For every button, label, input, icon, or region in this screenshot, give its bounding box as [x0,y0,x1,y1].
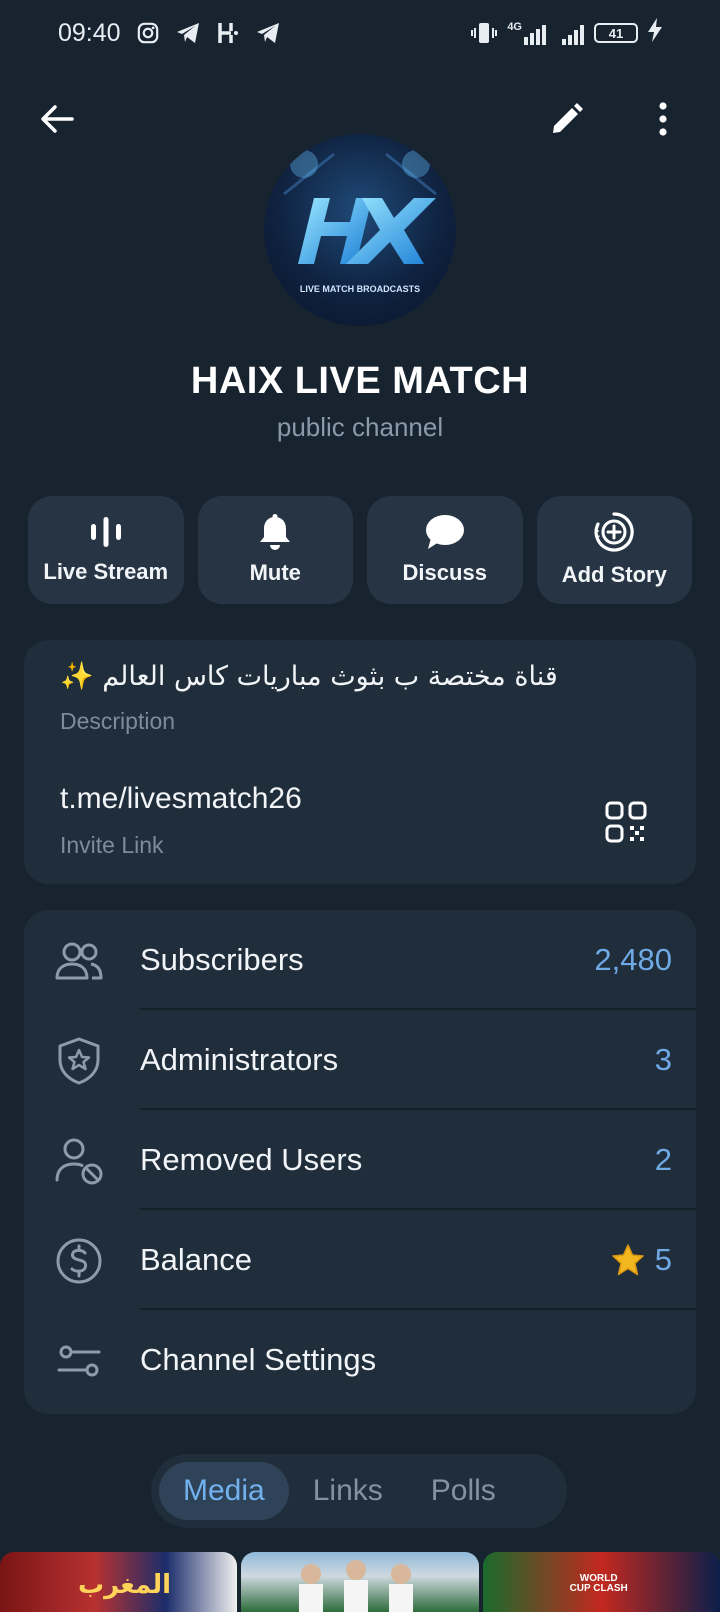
discuss-button[interactable]: Discuss [367,496,523,604]
shield-star-icon [58,1037,100,1085]
status-time: 09:40 [58,18,121,47]
invite-link-label: Invite Link [60,832,164,858]
add-story-button[interactable]: Add Story [536,496,692,604]
action-label: Discuss [402,560,487,585]
channel-info-card: قناة مختصة ب بثوث مباريات كاس العالم ✨ D… [24,640,696,884]
signal-icon [562,21,584,45]
thumbnail-caption: WORLD CUP CLASH [569,1573,628,1594]
removed-users-row[interactable]: Removed Users 2 [24,1110,696,1210]
media-thumbnail[interactable]: WORLD CUP CLASH [482,1552,720,1612]
tab-links[interactable]: Links [289,1462,407,1520]
telegram-icon [175,20,201,46]
removed-users-count: 2 [654,1142,672,1177]
action-buttons: Live Stream Mute Discuss Add Story [28,496,692,604]
row-label: Subscribers [140,942,304,977]
live-stream-icon [90,517,121,547]
media-thumbnail[interactable] [241,1552,479,1612]
chat-bubble-icon [425,515,464,549]
channel-avatar[interactable]: LIVE MATCH BROADCASTS [264,134,456,326]
channel-logo-icon [283,150,437,264]
arrow-left-icon [41,105,74,133]
action-label: Add Story [561,562,667,587]
telegram-icon [255,20,281,46]
vibrate-icon [471,20,498,46]
charging-icon [648,17,662,49]
balance-value-group: 5 [611,1242,672,1278]
balance-count: 5 [654,1242,672,1277]
more-options-button[interactable] [630,86,696,152]
channel-description: قناة مختصة ب بثوث مباريات كاس العالم ✨ [60,661,558,692]
media-grid: المغرب WORLD CUP CLASH [0,1552,720,1612]
invite-link[interactable]: t.me/livesmatch26 [60,782,302,816]
administrators-row[interactable]: Administrators 3 [24,1010,696,1110]
edit-button[interactable] [534,86,600,152]
row-label: Balance [140,1242,253,1277]
pencil-icon [553,103,583,133]
back-button[interactable] [24,86,90,152]
description-label: Description [60,708,176,734]
row-label: Channel Settings [140,1342,377,1377]
subscribers-row[interactable]: Subscribers 2,480 [24,910,696,1010]
qr-code-button[interactable] [604,800,648,844]
tab-media[interactable]: Media [159,1462,289,1520]
removed-user-icon [55,1138,103,1185]
status-bar: 09:40 4G 41 [0,0,720,66]
qr-code-icon [605,801,647,843]
administrators-count: 3 [654,1042,672,1077]
action-label: Mute [249,560,301,585]
dollar-circle-icon [56,1238,102,1284]
live-stream-button[interactable]: Live Stream [28,496,184,604]
sliders-icon [57,1345,101,1377]
players-image-icon [299,1560,414,1612]
row-label: Administrators [140,1042,339,1077]
add-story-icon [594,512,634,552]
shared-media-tabs: Media Links Polls [151,1454,567,1528]
balance-row[interactable]: Balance 5 [24,1210,696,1310]
channel-management-list: Subscribers 2,480 Administrators 3 Remov… [24,910,696,1414]
mute-button[interactable]: Mute [197,496,353,604]
media-thumbnail[interactable]: المغرب [0,1552,238,1612]
subscribers-count: 2,480 [594,942,672,977]
instagram-icon [135,20,161,46]
channel-title: HAIX LIVE MATCH [190,360,530,402]
star-icon [612,1244,644,1276]
row-label: Removed Users [140,1142,363,1177]
channel-settings-row[interactable]: Channel Settings [24,1310,696,1410]
tab-polls[interactable]: Polls [407,1462,520,1520]
more-vertical-icon [659,102,667,136]
signal-4g-icon: 4G [507,21,546,45]
thumbnail-caption: المغرب [78,1570,172,1600]
battery-indicator: 41 [594,23,638,43]
app-h-icon [215,20,241,46]
action-label: Live Stream [43,559,169,584]
bell-icon [260,514,291,550]
avatar-caption: LIVE MATCH BROADCASTS [299,284,421,294]
people-icon [55,942,103,980]
channel-type-label: public channel [276,412,444,442]
